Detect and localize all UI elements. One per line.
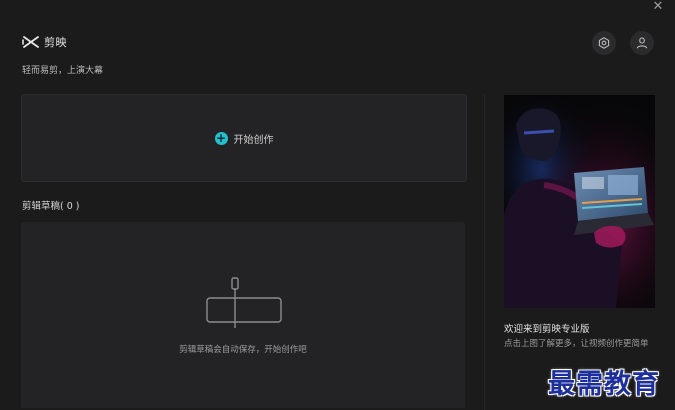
watermark-text: 最需教育 — [548, 369, 660, 400]
brand: 剪映 — [22, 34, 67, 50]
app-window: ✕ 剪映 轻而易剪，上演大幕 + 开始创作 剪辑草稿( 0 ) 剪辑草稿会自动保… — [0, 0, 675, 410]
promo-image[interactable] — [504, 95, 655, 308]
plus-circle-icon: + — [214, 130, 228, 145]
promo-title: 欢迎来到剪映专业版 — [504, 324, 590, 335]
empty-drafts-icon — [206, 277, 282, 328]
settings-hexagon-icon — [598, 37, 610, 49]
brand-name: 剪映 — [44, 36, 67, 49]
tagline: 轻而易剪，上演大幕 — [22, 66, 104, 76]
user-button[interactable] — [630, 31, 654, 55]
promo-illustration — [504, 95, 655, 308]
capcut-logo-icon — [22, 36, 39, 48]
start-creation-button[interactable]: + 开始创作 — [21, 94, 467, 182]
start-creation-label: 开始创作 — [233, 134, 274, 146]
divider — [484, 94, 485, 410]
user-icon — [636, 37, 648, 49]
settings-button[interactable] — [592, 31, 616, 55]
promo-description: 点击上图了解更多，让视频创作更简单 — [504, 339, 649, 349]
drafts-panel: 剪辑草稿会自动保存，开始创作吧 — [21, 222, 465, 408]
close-button[interactable]: ✕ — [651, 0, 665, 14]
empty-drafts-text: 剪辑草稿会自动保存，开始创作吧 — [179, 345, 307, 355]
start-creation-content: + 开始创作 — [214, 130, 274, 146]
drafts-title: 剪辑草稿( 0 ) — [22, 201, 80, 212]
